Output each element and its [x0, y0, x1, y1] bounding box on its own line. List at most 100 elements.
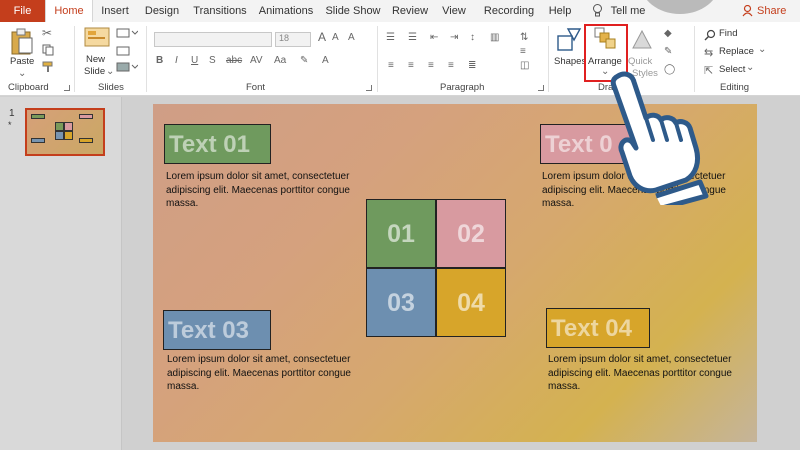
align-left-icon[interactable]: ≡ [388, 60, 394, 71]
tab-home[interactable]: Home [45, 0, 93, 23]
thumb-q3 [55, 131, 64, 140]
highlight-icon[interactable]: ✎ [300, 55, 308, 66]
slide-thumbnail[interactable] [25, 108, 105, 156]
shadow-icon[interactable]: S [209, 55, 216, 66]
decrease-font-icon[interactable]: A [332, 32, 339, 43]
line-spacing-icon[interactable]: ↕ [470, 32, 475, 43]
shapes-label[interactable]: Shapes [554, 56, 586, 67]
grid-box-03[interactable]: 03 [366, 268, 436, 337]
tab-design[interactable]: Design [140, 0, 184, 22]
search-icon[interactable] [704, 29, 716, 41]
align-right-icon[interactable]: ≡ [428, 60, 434, 71]
align-center-icon[interactable]: ≡ [408, 60, 414, 71]
strikethrough-icon[interactable]: abc [226, 55, 242, 66]
font-size-input[interactable]: 18 [275, 32, 311, 47]
title-text-01[interactable]: Text 01 [164, 124, 271, 164]
font-name-input[interactable] [154, 32, 272, 47]
copy-icon[interactable] [42, 44, 54, 56]
bold-icon[interactable]: B [156, 55, 163, 66]
tab-review[interactable]: Review [391, 0, 429, 22]
lightbulb-icon [593, 4, 602, 17]
numbering-icon[interactable]: ☰ [408, 32, 417, 43]
tab-recording[interactable]: Recording [480, 0, 538, 22]
replace-button[interactable]: Replace [719, 46, 754, 57]
body-text-03[interactable]: Lorem ipsum dolor sit amet, consectetuer… [167, 353, 377, 394]
group-label-slides: Slides [98, 82, 124, 93]
new-slide-label-1[interactable]: New [86, 54, 105, 65]
divider [377, 26, 378, 92]
ribbon-tab-bar: File Home Insert Design Transitions Anim… [0, 0, 800, 23]
shape-outline-icon[interactable]: ✎ [664, 46, 672, 57]
underline-icon[interactable]: U [191, 55, 198, 66]
thumb-text01 [31, 114, 45, 119]
find-button[interactable]: Find [719, 28, 737, 39]
group-label-paragraph: Paragraph [440, 82, 485, 93]
new-slide-icon[interactable] [84, 27, 110, 49]
clipboard-launcher-icon[interactable] [64, 85, 70, 91]
thumb-text04 [79, 138, 93, 143]
shapes-icon[interactable] [556, 26, 582, 52]
thumb-text03 [31, 138, 45, 143]
paste-icon[interactable] [10, 28, 34, 56]
paste-label[interactable]: Paste [10, 56, 34, 67]
tab-animations[interactable]: Animations [257, 0, 315, 22]
cut-icon[interactable]: ✂ [42, 26, 52, 40]
thumb-q4 [64, 131, 73, 140]
align-text-icon[interactable]: ≡ [520, 46, 526, 57]
new-slide-dropdown-icon[interactable]: ⌄ [106, 66, 114, 77]
slide-animation-marker: * [8, 120, 12, 130]
tell-me-search[interactable]: Tell me [608, 0, 648, 22]
tab-insert[interactable]: Insert [96, 0, 134, 22]
divider [74, 26, 75, 92]
replace-dropdown-icon[interactable]: ⌄ [758, 44, 766, 55]
bullets-icon[interactable]: ☰ [386, 32, 395, 43]
select-button[interactable]: Select [719, 64, 745, 75]
increase-font-icon[interactable]: A [318, 30, 326, 44]
replace-icon[interactable]: ⇆ [704, 46, 713, 59]
change-case-icon[interactable]: Aa [274, 55, 286, 66]
tab-transitions[interactable]: Transitions [190, 0, 250, 22]
paste-dropdown-icon[interactable]: ⌄ [18, 68, 26, 79]
group-label-editing: Editing [720, 82, 750, 93]
smartart-icon[interactable]: ◫ [520, 60, 529, 71]
increase-indent-icon[interactable]: ⇥ [450, 32, 458, 43]
title-text-04[interactable]: Text 04 [546, 308, 650, 348]
character-spacing-icon[interactable]: AV [250, 55, 263, 66]
tab-file[interactable]: File [0, 0, 45, 22]
quick-styles-label-1[interactable]: Quick [628, 56, 652, 67]
decrease-indent-icon[interactable]: ⇤ [430, 32, 438, 43]
tab-help[interactable]: Help [545, 0, 575, 22]
font-launcher-icon[interactable] [366, 85, 372, 91]
font-color-icon[interactable]: A [322, 55, 329, 66]
section-icon[interactable] [116, 62, 138, 72]
person-icon [742, 5, 753, 17]
italic-icon[interactable]: I [175, 55, 178, 66]
layout-icon[interactable] [116, 28, 138, 38]
thumb-q2 [64, 122, 73, 131]
grid-box-04[interactable]: 04 [436, 268, 506, 337]
justify-icon[interactable]: ≡ [448, 60, 454, 71]
body-text-01[interactable]: Lorem ipsum dolor sit amet, consectetuer… [166, 170, 376, 211]
quick-styles-icon[interactable] [630, 28, 654, 52]
reset-icon[interactable] [116, 46, 130, 56]
select-dropdown-icon[interactable]: ⌄ [746, 62, 754, 73]
thumb-text02 [79, 114, 93, 119]
slide-number: 1 [9, 108, 15, 119]
columns-icon[interactable]: ▥ [490, 32, 499, 43]
distributed-icon[interactable]: ≣ [468, 60, 476, 71]
shape-fill-icon[interactable]: ◆ [664, 28, 672, 39]
grid-box-02[interactable]: 02 [436, 199, 506, 268]
grid-box-01[interactable]: 01 [366, 199, 436, 268]
paragraph-launcher-icon[interactable] [538, 85, 544, 91]
body-text-04[interactable]: Lorem ipsum dolor sit amet, consectetuer… [548, 353, 757, 394]
tab-slideshow[interactable]: Slide Show [322, 0, 384, 22]
format-painter-icon[interactable] [42, 61, 54, 73]
divider [146, 26, 147, 92]
text-direction-icon[interactable]: ⇅ [520, 32, 528, 43]
new-slide-label-2[interactable]: Slide [84, 66, 105, 77]
share-button[interactable]: Share [757, 0, 786, 22]
clear-formatting-icon[interactable]: A [348, 32, 355, 43]
group-label-clipboard: Clipboard [8, 82, 49, 93]
title-text-03[interactable]: Text 03 [163, 310, 271, 350]
tab-view[interactable]: View [437, 0, 471, 22]
